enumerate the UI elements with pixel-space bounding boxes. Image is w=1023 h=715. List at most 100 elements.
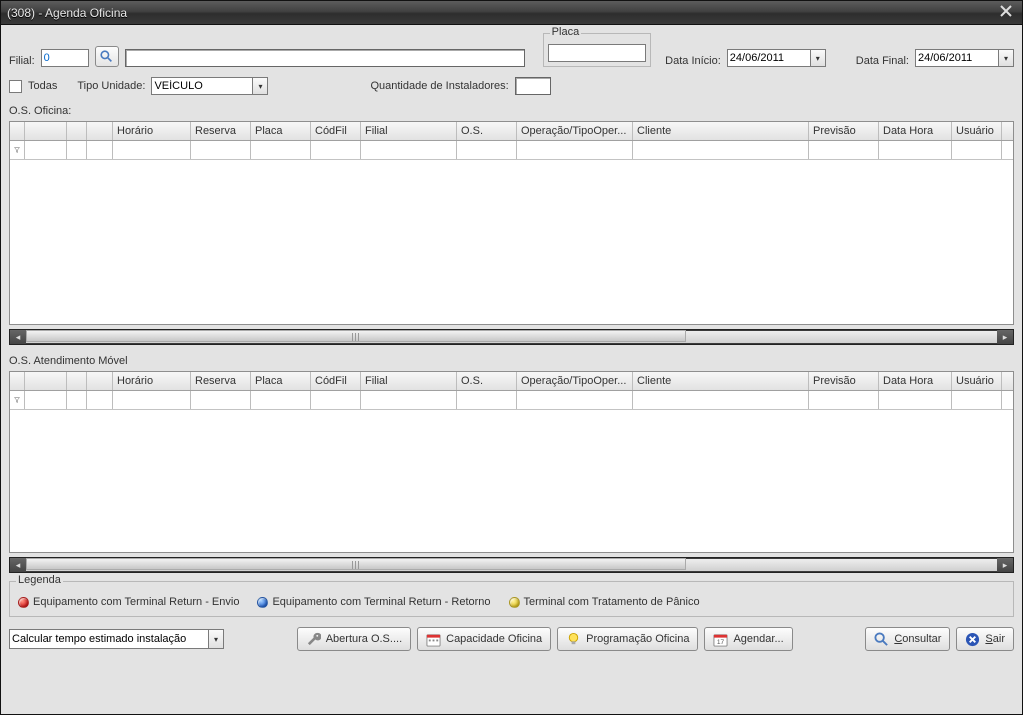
column-header[interactable] [67, 122, 87, 140]
column-header[interactable] [25, 372, 67, 390]
column-filter-cell[interactable] [10, 141, 25, 159]
column-filter-cell[interactable] [251, 391, 311, 409]
column-header[interactable]: Previsão [809, 122, 879, 140]
programacao-oficina-button[interactable]: Programação Oficina [557, 627, 698, 651]
column-header[interactable]: O.S. [457, 122, 517, 140]
column-header[interactable]: CódFil [311, 372, 361, 390]
column-header[interactable]: Filial [361, 372, 457, 390]
grid-filter-row[interactable] [10, 391, 1013, 410]
scroll-right-icon[interactable]: ▸ [997, 558, 1013, 572]
column-filter-cell[interactable] [809, 391, 879, 409]
column-header[interactable]: Usuário [952, 122, 1002, 140]
data-final-input[interactable] [915, 49, 999, 67]
column-filter-cell[interactable] [952, 391, 1002, 409]
qtd-instaladores-input[interactable] [515, 77, 551, 95]
column-header[interactable]: O.S. [457, 372, 517, 390]
column-filter-cell[interactable] [457, 391, 517, 409]
column-filter-cell[interactable] [517, 141, 633, 159]
column-header[interactable]: CódFil [311, 122, 361, 140]
column-header[interactable]: Usuário [952, 372, 1002, 390]
column-header[interactable]: Previsão [809, 372, 879, 390]
column-header[interactable]: Cliente [633, 372, 809, 390]
column-header[interactable] [87, 372, 113, 390]
column-header[interactable]: Operação/TipoOper... [517, 372, 633, 390]
column-header[interactable] [87, 122, 113, 140]
column-filter-cell[interactable] [25, 141, 67, 159]
filial-search-button[interactable] [95, 46, 119, 67]
column-header[interactable] [10, 372, 25, 390]
column-header[interactable]: Placa [251, 122, 311, 140]
data-inicio-field[interactable]: ▾ [727, 49, 826, 67]
calc-tempo-combo[interactable]: ▾ [9, 629, 224, 649]
close-icon[interactable] [996, 5, 1016, 21]
grid-header[interactable]: HorárioReservaPlacaCódFilFilialO.S.Opera… [10, 372, 1013, 391]
column-filter-cell[interactable] [251, 141, 311, 159]
os-oficina-scrollbar[interactable]: ◂ ▸ [9, 329, 1014, 345]
sair-button[interactable]: Sair [956, 627, 1014, 651]
tipo-unidade-input[interactable] [151, 77, 253, 95]
column-header[interactable]: Data Hora [879, 372, 952, 390]
column-filter-cell[interactable] [311, 141, 361, 159]
scroll-thumb[interactable] [26, 330, 686, 342]
column-header[interactable]: Cliente [633, 122, 809, 140]
column-filter-cell[interactable] [361, 391, 457, 409]
column-filter-cell[interactable] [10, 391, 25, 409]
os-movel-grid[interactable]: HorárioReservaPlacaCódFilFilialO.S.Opera… [9, 371, 1014, 553]
column-filter-cell[interactable] [67, 141, 87, 159]
column-header[interactable]: Horário [113, 122, 191, 140]
todas-checkbox[interactable] [9, 80, 22, 93]
column-header[interactable]: Reserva [191, 372, 251, 390]
abertura-os-button[interactable]: Abertura O.S.... [297, 627, 411, 651]
grid-body[interactable] [10, 160, 1013, 324]
calc-tempo-input[interactable] [9, 629, 209, 649]
data-final-field[interactable]: ▾ [915, 49, 1014, 67]
filter-icon[interactable] [14, 395, 20, 405]
grid-header[interactable]: HorárioReservaPlacaCódFilFilialO.S.Opera… [10, 122, 1013, 141]
column-filter-cell[interactable] [113, 391, 191, 409]
column-filter-cell[interactable] [113, 141, 191, 159]
column-filter-cell[interactable] [517, 391, 633, 409]
column-filter-cell[interactable] [633, 391, 809, 409]
agendar-button[interactable]: 17 Agendar... [704, 627, 792, 651]
os-movel-scrollbar[interactable]: ◂ ▸ [9, 557, 1014, 573]
column-header[interactable] [10, 122, 25, 140]
scroll-left-icon[interactable]: ◂ [10, 558, 26, 572]
column-filter-cell[interactable] [311, 391, 361, 409]
scroll-track[interactable] [26, 559, 997, 571]
filial-desc-input[interactable] [125, 49, 525, 67]
column-header[interactable]: Reserva [191, 122, 251, 140]
capacidade-oficina-button[interactable]: Capacidade Oficina [417, 627, 551, 651]
chevron-down-icon[interactable]: ▾ [209, 629, 224, 649]
column-filter-cell[interactable] [87, 391, 113, 409]
column-filter-cell[interactable] [87, 141, 113, 159]
consultar-button[interactable]: Consultar [865, 627, 950, 651]
column-filter-cell[interactable] [952, 141, 1002, 159]
scroll-right-icon[interactable]: ▸ [997, 330, 1013, 344]
column-filter-cell[interactable] [633, 141, 809, 159]
chevron-down-icon[interactable]: ▾ [999, 49, 1014, 67]
filter-icon[interactable] [14, 145, 20, 155]
filial-input[interactable] [41, 49, 89, 67]
column-header[interactable] [67, 372, 87, 390]
titlebar[interactable]: (308) - Agenda Oficina [1, 1, 1022, 25]
column-filter-cell[interactable] [361, 141, 457, 159]
grid-filter-row[interactable] [10, 141, 1013, 160]
column-header[interactable]: Placa [251, 372, 311, 390]
column-filter-cell[interactable] [879, 141, 952, 159]
placa-input[interactable] [548, 44, 646, 62]
scroll-track[interactable] [26, 331, 997, 343]
column-filter-cell[interactable] [457, 141, 517, 159]
scroll-thumb[interactable] [26, 558, 686, 570]
column-filter-cell[interactable] [879, 391, 952, 409]
column-filter-cell[interactable] [25, 391, 67, 409]
scroll-left-icon[interactable]: ◂ [10, 330, 26, 344]
column-header[interactable]: Horário [113, 372, 191, 390]
column-filter-cell[interactable] [809, 141, 879, 159]
column-filter-cell[interactable] [191, 141, 251, 159]
column-header[interactable]: Filial [361, 122, 457, 140]
column-filter-cell[interactable] [67, 391, 87, 409]
grid-body[interactable] [10, 410, 1013, 552]
column-filter-cell[interactable] [191, 391, 251, 409]
column-header[interactable]: Data Hora [879, 122, 952, 140]
tipo-unidade-select[interactable]: ▾ [151, 77, 268, 95]
